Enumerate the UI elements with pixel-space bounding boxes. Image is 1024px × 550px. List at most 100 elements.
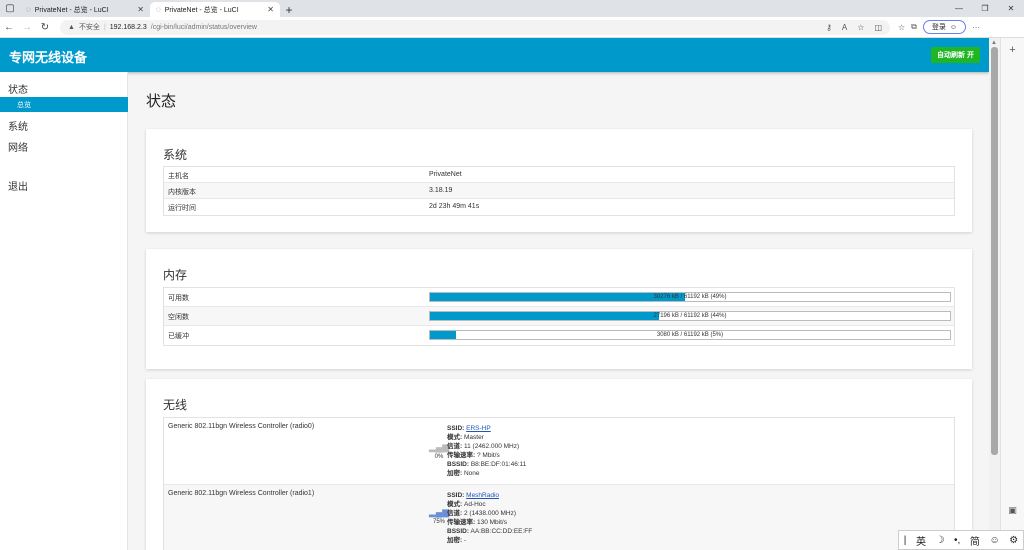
back-icon[interactable]: ← [0,22,18,33]
moon-icon[interactable]: ☽ [936,535,945,546]
bssid-value: B8:BE:DF:01:46:11 [470,461,527,468]
emoji-icon[interactable]: ☺ [989,535,999,546]
table-row: 可用数 30276 kB / 61192 kB (49%) [164,288,954,307]
ime-script-toggle[interactable]: 简 [970,533,980,548]
table-row: 内核版本 3.18.19 [164,183,954,199]
scrollbar-thumb[interactable] [991,47,998,455]
profile-login-button[interactable]: 登录 ☺ [922,20,967,34]
toolbar-right: ☆ ⧉ 登录 ☺ ··· [898,20,980,34]
signal-indicator: ▂▄▆ 0% [429,442,449,460]
sidebar-item-network[interactable]: 网络 [8,139,28,154]
page-favicon-icon: ◌ [156,5,161,14]
channel-value: 11 (2462.000 MHz) [463,443,520,450]
minimize-icon[interactable]: — [946,0,972,17]
forward-icon[interactable]: → [18,22,36,33]
rate-value: 130 Mbit/s [476,519,507,526]
row-key: 已缓冲 [168,333,189,340]
ime-toolbar: | 英 ☽ •, 简 ☺ ⚙ [898,530,1024,550]
insecure-label: 不安全 [78,24,100,31]
browser-tab-active[interactable]: ◌ PrivateNet - 总览 - LuCI ✕ [150,2,280,17]
memory-heading: 内存 [163,268,188,282]
progress-bar: 3080 kB / 61192 kB (5%) [429,330,951,340]
luci-header: 专网无线设备 自动刷新 开 [0,38,989,72]
scroll-up-icon[interactable]: ▲ [991,40,997,46]
table-row: 已缓冲 3080 kB / 61192 kB (5%) [164,326,954,345]
favorites-icon[interactable]: ☆ [898,23,905,32]
close-tab-icon[interactable]: ✕ [267,5,274,14]
browser-tab-strip: ▢ ◌ PrivateNet - 总览 - LuCI ✕ ◌ PrivateNe… [0,0,1024,17]
row-key: 内核版本 [168,189,196,196]
progress-text: 3080 kB / 61192 kB (5%) [656,332,724,338]
url-host: 192.168.2.3 [109,23,147,31]
url-bar[interactable]: ▲ 不安全 | 192.168.2.3/cgi-bin/luci/admin/s… [60,19,890,35]
punctuation-icon[interactable]: •, [954,535,960,546]
radio-info: SSID: MeshRadio 模式: Ad-Hoc 信道: 2 (1438.0… [447,491,532,545]
wireless-card: 无线 Generic 802.11bgn Wireless Controller… [146,379,972,550]
mode-label: 模式: [447,434,463,441]
browser-tab[interactable]: ◌ PrivateNet - 总览 - LuCI ✕ [20,2,150,17]
hide-sidebar-icon[interactable]: ▣ [1001,505,1024,516]
table-row: Generic 802.11bgn Wireless Controller (r… [164,418,954,485]
add-sidebar-app-icon[interactable]: + [1001,44,1024,56]
tab-title: PrivateNet - 总览 - LuCI [34,6,109,14]
ime-settings-icon[interactable]: ⚙ [1009,535,1018,546]
ssid-link[interactable]: ERS-HP [466,425,491,432]
progress-text: 30276 kB / 61192 kB (49%) [653,294,727,300]
close-tab-icon[interactable]: ✕ [137,5,144,14]
row-key: 可用数 [168,295,189,302]
channel-label: 信道: [447,510,463,517]
page-title: 状态 [146,93,177,110]
sidebar-subitem-label: 总览 [17,102,31,109]
ssid-link[interactable]: MeshRadio [466,492,499,499]
row-key: 运行时间 [168,205,196,212]
extensions-icon[interactable]: ◫ [874,23,882,32]
restore-icon[interactable]: ❐ [972,0,998,17]
bssid-value: AA:BB:CC:DD:EE:FF [470,528,533,535]
sidebar-item-system[interactable]: 系统 [8,118,28,133]
rate-value: ? Mbit/s [476,452,500,459]
collections-icon[interactable]: ⧉ [911,22,917,32]
signal-bars-icon: ▂▄▆ [429,442,450,452]
key-icon[interactable]: ⚷ [826,23,832,32]
row-key: 空闲数 [168,314,189,321]
url-separator: | [103,23,106,31]
sidebar: 状态 总览 系统 网络 退出 [0,72,128,550]
page-scrollbar[interactable]: ▲ [989,38,1000,550]
progress-text: 27196 kB / 61192 kB (44%) [653,313,727,319]
ssid-label: SSID: [447,425,465,432]
warning-icon[interactable]: ▲ [68,24,75,31]
wireless-table: Generic 802.11bgn Wireless Controller (r… [163,417,955,550]
sidebar-item-logout[interactable]: 退出 [8,178,28,193]
table-row: 运行时间 2d 23h 49m 41s [164,199,954,215]
system-table: 主机名 PrivateNet 内核版本 3.18.19 运行时间 2d 23h … [163,166,955,216]
rate-label: 传输速率: [447,519,476,526]
bssid-label: BSSID: [447,461,470,468]
memory-card: 内存 可用数 30276 kB / 61192 kB (49%) 空闲数 271… [146,249,972,369]
ime-lang-toggle[interactable]: 英 [916,533,926,548]
reload-icon[interactable]: ↻ [36,22,54,33]
close-window-icon[interactable]: ✕ [998,0,1024,17]
sidebar-item-status[interactable]: 状态 [8,81,28,96]
page-favicon-icon: ◌ [26,5,31,14]
row-value: PrivateNet [429,171,462,178]
more-menu-icon[interactable]: ··· [972,23,980,32]
sidebar-subitem-overview[interactable]: 总览 [0,97,128,112]
row-value: 2d 23h 49m 41s [429,203,480,210]
row-key: 主机名 [168,173,189,180]
new-tab-button[interactable]: + [280,2,298,17]
wireless-heading: 无线 [163,398,188,412]
radio-name: Generic 802.11bgn Wireless Controller (r… [168,490,315,497]
read-aloud-icon[interactable]: A [842,23,847,32]
profile-icon: ☺ [949,23,958,31]
encryption-value: - [463,537,467,544]
auto-refresh-toggle[interactable]: 自动刷新 开 [931,47,980,63]
browser-sidebar: + ▣ ⚙ [1000,38,1024,550]
radio-info: SSID: ERS-HP 模式: Master 信道: 11 (2462.000… [447,424,526,478]
brand-title[interactable]: 专网无线设备 [9,47,87,66]
progress-bar: 27196 kB / 61192 kB (44%) [429,311,951,321]
ime-handle-icon[interactable]: | [904,535,907,546]
favorite-add-icon[interactable]: ☆ [857,23,864,32]
tab-actions-icon[interactable]: ▢ [0,0,20,17]
channel-label: 信道: [447,443,463,450]
mode-value: Master [463,434,484,441]
